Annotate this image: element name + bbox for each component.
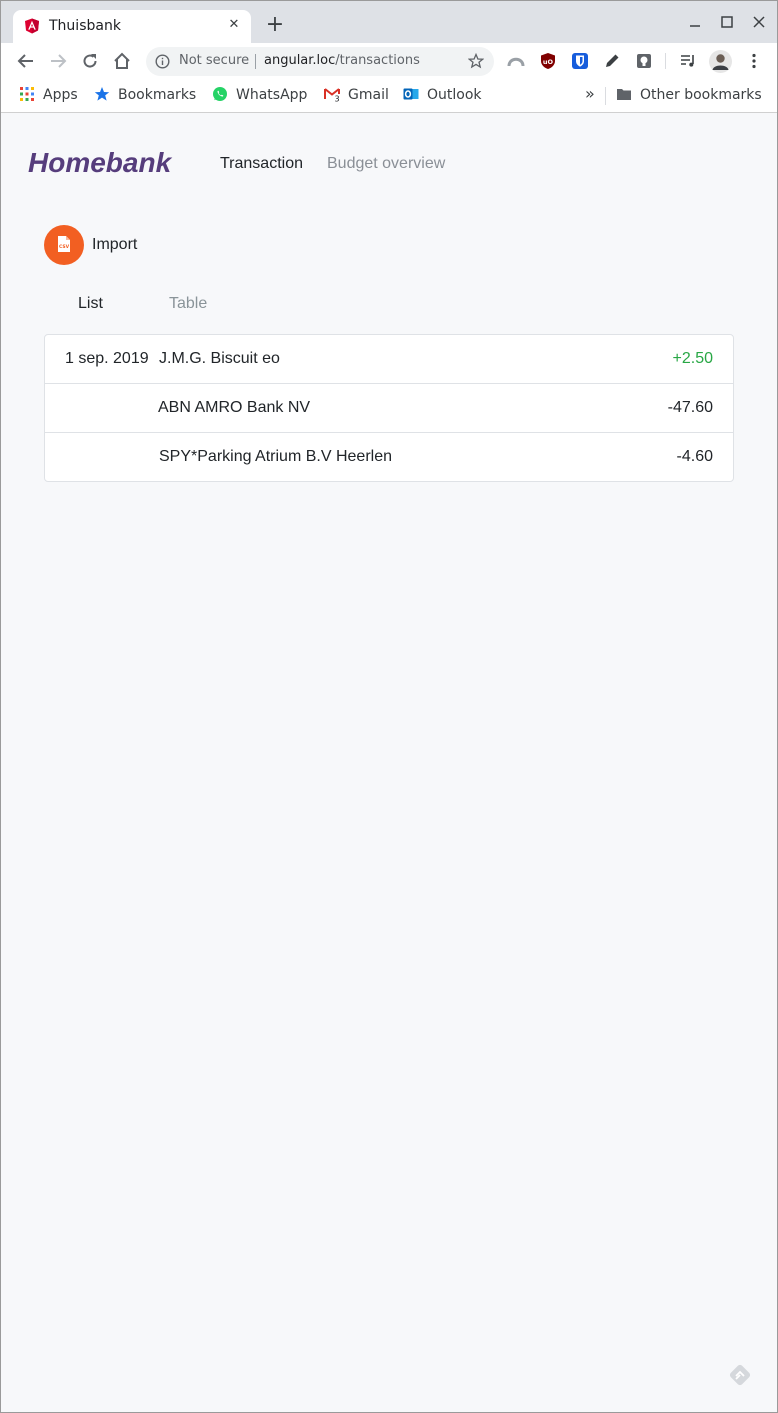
browser-window: Thuisbank ✕ + Not secure angular.loc/tra… [0,0,778,1413]
bookmarks-bar: Apps Bookmarks WhatsApp 3 Gmail Outlook … [1,79,777,113]
bookmarks-overflow-button[interactable]: » [585,84,595,104]
folder-icon [617,89,631,100]
other-bookmarks-label: Other bookmarks [640,87,762,103]
bookmark-gmail[interactable]: 3 Gmail [324,86,389,106]
url-path: /transactions [335,53,420,68]
transaction-list: 1 sep. 2019 J.M.G. Biscuit eo +2.50 ABN … [44,334,734,482]
reload-icon[interactable] [80,51,100,71]
bookmark-label: Bookmarks [118,87,197,103]
bookmark-whatsapp[interactable]: WhatsApp [212,86,307,106]
bookmark-label: WhatsApp [236,87,308,103]
close-window-icon[interactable] [750,13,768,31]
new-tab-button[interactable]: + [264,14,286,36]
angular-favicon-icon [25,18,39,34]
pencil-icon[interactable] [603,52,621,70]
info-icon[interactable] [155,54,170,69]
svg-text:uO: uO [543,58,554,66]
transaction-description: J.M.G. Biscuit eo [159,350,280,367]
maximize-icon[interactable] [718,13,736,31]
transaction-description: SPY*Parking Atrium B.V Heerlen [159,448,392,465]
lightbulb-extension-icon[interactable] [635,52,653,70]
import-label[interactable]: Import [92,236,137,254]
other-bookmarks-folder[interactable]: Other bookmarks [616,86,762,106]
import-button[interactable]: CSV [44,225,84,265]
bookmark-label: Outlook [427,87,482,103]
chrome-menu-icon[interactable] [745,52,763,70]
extension-arch-icon[interactable] [507,52,525,70]
nav-transaction[interactable]: Transaction [220,155,303,173]
transaction-amount: -4.60 [676,448,713,465]
minimize-icon[interactable] [686,13,704,31]
apps-grid-icon [20,87,34,101]
back-arrow-icon[interactable] [16,51,36,71]
bookmark-bookmarks[interactable]: Bookmarks [94,86,196,106]
not-secure-label: Not secure [179,53,250,68]
browser-tab[interactable]: Thuisbank ✕ [13,10,251,43]
transaction-row[interactable]: 1 sep. 2019 J.M.G. Biscuit eo +2.50 [45,335,733,383]
tab-table[interactable]: Table [169,295,207,313]
page-content: Homebank Transaction Budget overview CSV… [1,114,777,1412]
bookmark-label: Apps [43,87,78,103]
url-text[interactable]: angular.loc/transactions [264,53,420,68]
url-host: angular.loc [264,53,336,68]
transaction-date: 1 sep. 2019 [65,350,149,367]
bookmark-outlook[interactable]: Outlook [403,86,482,106]
home-icon[interactable] [112,51,132,71]
bitwarden-icon[interactable] [571,52,589,70]
forward-arrow-icon[interactable] [48,51,68,71]
whatsapp-icon [213,87,227,101]
nav-budget-overview[interactable]: Budget overview [327,155,445,173]
transaction-row[interactable]: ABN AMRO Bank NV -47.60 [45,383,733,432]
omnibox-divider [255,54,256,69]
tab-title: Thuisbank [49,18,121,34]
csv-file-icon: CSV [58,236,70,252]
bookmark-apps[interactable]: Apps [19,86,78,106]
feedback-diamond-icon[interactable] [727,1362,753,1388]
browser-toolbar: Not secure angular.loc/transactions [1,43,777,79]
svg-text:CSV: CSV [59,244,70,250]
bookmark-star-icon[interactable] [468,53,484,69]
tab-list[interactable]: List [78,295,103,313]
bookmark-label: Gmail [348,87,389,103]
transaction-amount: +2.50 [672,350,713,367]
gmail-icon: 3 [324,88,340,103]
transaction-description: ABN AMRO Bank NV [158,399,311,416]
tab-close-icon[interactable]: ✕ [225,16,243,34]
ublock-origin-icon[interactable]: uO [539,52,557,70]
profile-avatar-icon[interactable] [709,50,732,73]
address-bar[interactable]: Not secure angular.loc/transactions [146,47,494,76]
svg-text:3: 3 [334,95,339,103]
brand-logo[interactable]: Homebank [28,147,171,179]
transaction-row[interactable]: SPY*Parking Atrium B.V Heerlen -4.60 [45,432,733,481]
toolbar-divider [665,53,666,69]
star-icon [94,87,110,101]
media-playlist-icon[interactable] [679,52,697,70]
outlook-icon [403,88,419,100]
bookmarks-divider [605,87,606,105]
transaction-amount: -47.60 [667,399,713,416]
tab-strip: Thuisbank ✕ + [1,1,777,43]
